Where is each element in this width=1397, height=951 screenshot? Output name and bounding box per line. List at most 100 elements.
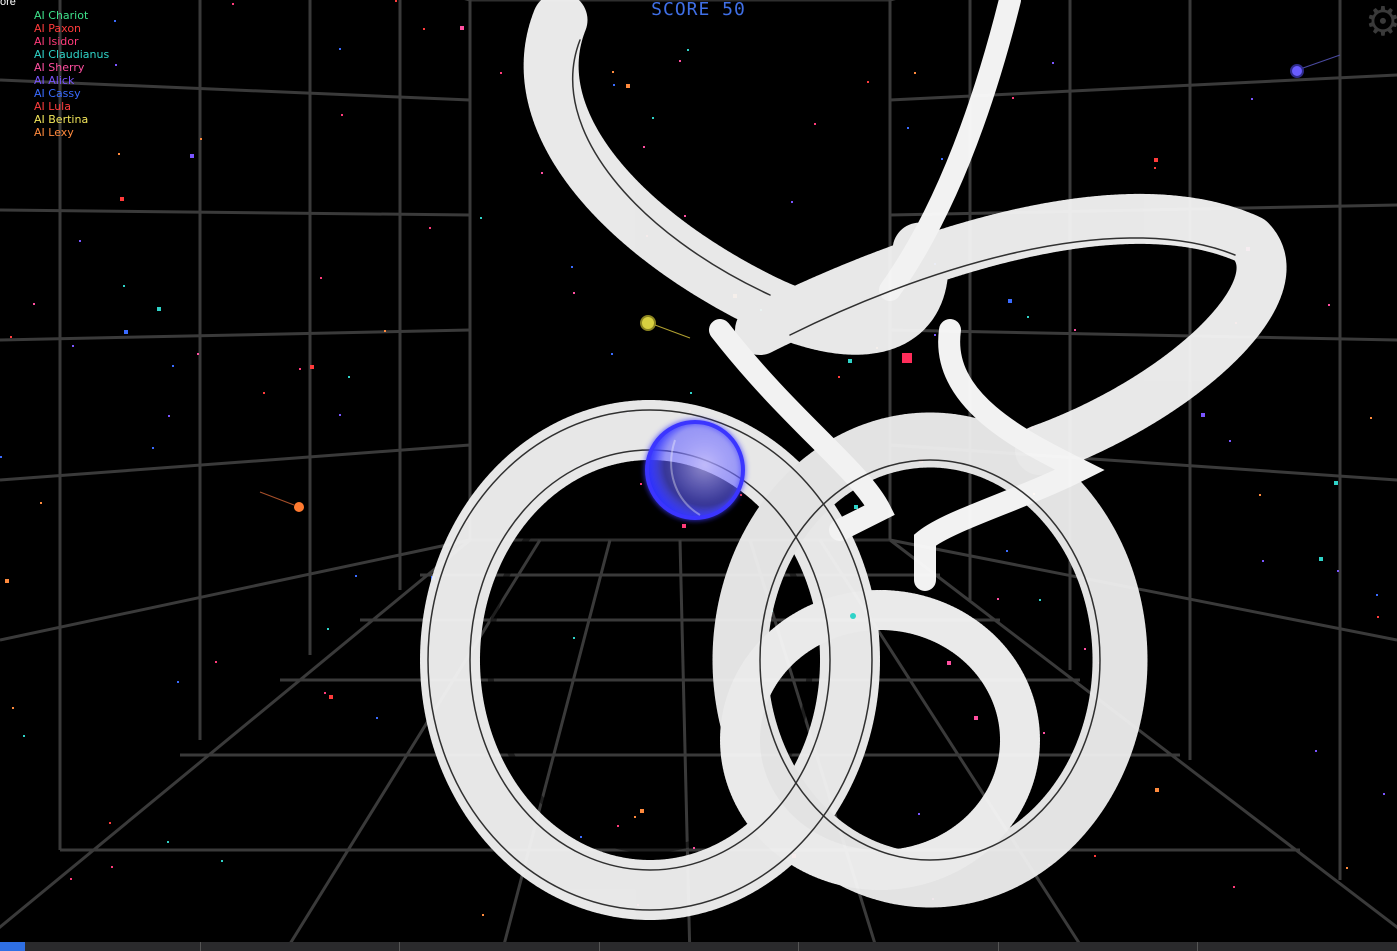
- food-pellet: [197, 353, 199, 355]
- progress-fill: [0, 942, 25, 951]
- food-pellet: [611, 353, 613, 355]
- player-orb: [645, 420, 745, 520]
- food-pellet: [1027, 316, 1029, 318]
- food-pellet: [682, 524, 686, 528]
- food-pellet: [310, 365, 314, 369]
- ai-snake-head: [902, 353, 912, 363]
- food-pellet: [5, 579, 9, 583]
- food-pellet: [384, 330, 386, 332]
- gear-icon[interactable]: ⚙: [1365, 2, 1397, 42]
- food-pellet: [1334, 481, 1338, 485]
- leaderboard-entry: AI Isidor: [34, 35, 79, 48]
- food-pellet: [348, 376, 350, 378]
- food-pellet: [573, 637, 575, 639]
- food-pellet: [1337, 570, 1339, 572]
- food-pellet: [814, 123, 816, 125]
- ai-snake-head: [850, 613, 856, 619]
- food-pellet: [324, 692, 326, 694]
- leaderboard-entry: AI Lula: [34, 100, 71, 113]
- food-pellet: [652, 117, 654, 119]
- food-pellet: [1328, 304, 1330, 306]
- food-pellet: [541, 172, 543, 174]
- food-pellet: [941, 158, 943, 160]
- food-pellet: [643, 146, 645, 148]
- food-pellet: [617, 825, 619, 827]
- food-pellet: [167, 841, 169, 843]
- food-pellet: [947, 661, 951, 665]
- game-scene[interactable]: [0, 0, 1397, 951]
- food-pellet: [1346, 867, 1348, 869]
- food-pellet: [612, 71, 614, 73]
- food-pellet: [1229, 440, 1231, 442]
- food-pellet: [355, 575, 357, 577]
- leaderboard-entry: AI Lexy: [34, 126, 74, 139]
- food-pellet: [1370, 417, 1372, 419]
- food-pellet: [1154, 167, 1156, 169]
- progress-tick: [798, 942, 799, 951]
- food-pellet: [580, 836, 582, 838]
- ai-snake-head: [640, 315, 656, 331]
- food-pellet: [215, 661, 217, 663]
- food-pellet: [1006, 550, 1008, 552]
- food-pellet: [157, 307, 161, 311]
- food-pellet: [1383, 793, 1385, 795]
- food-pellet: [854, 505, 858, 509]
- food-pellet: [640, 809, 644, 813]
- food-pellet: [571, 266, 573, 268]
- food-pellet: [1074, 329, 1076, 331]
- leaderboard-entry: AI Cassy: [34, 87, 81, 100]
- food-pellet: [1319, 557, 1323, 561]
- food-pellet: [221, 860, 223, 862]
- progress-tick: [1197, 942, 1198, 951]
- food-pellet: [329, 695, 333, 699]
- food-pellet: [997, 598, 999, 600]
- food-pellet: [341, 114, 343, 116]
- food-pellet: [613, 84, 615, 86]
- food-pellet: [907, 127, 909, 129]
- food-pellet: [40, 502, 42, 504]
- food-pellet: [1039, 599, 1041, 601]
- food-pellet: [690, 392, 692, 394]
- food-pellet: [1043, 732, 1045, 734]
- food-pellet: [168, 415, 170, 417]
- food-pellet: [934, 334, 936, 336]
- food-pellet: [327, 628, 329, 630]
- food-pellet: [1262, 560, 1264, 562]
- food-pellet: [109, 822, 111, 824]
- food-pellet: [114, 20, 116, 22]
- progress-tick: [998, 942, 999, 951]
- food-pellet: [480, 217, 482, 219]
- food-pellet: [460, 26, 464, 30]
- food-pellet: [72, 345, 74, 347]
- food-pellet: [376, 717, 378, 719]
- ai-snake-head: [294, 502, 304, 512]
- food-pellet: [33, 303, 35, 305]
- food-pellet: [299, 368, 301, 370]
- leaderboard-entry: AI Alick: [34, 74, 75, 87]
- food-pellet: [687, 49, 689, 51]
- food-pellet: [1155, 788, 1159, 792]
- progress-tick: [599, 942, 600, 951]
- food-pellet: [1315, 750, 1317, 752]
- food-pellet: [115, 64, 117, 66]
- leaderboard-entry: AI Chariot: [34, 9, 89, 22]
- food-pellet: [200, 138, 202, 140]
- food-pellet: [118, 153, 120, 155]
- food-pellet: [1012, 97, 1014, 99]
- food-pellet: [640, 483, 642, 485]
- food-pellet: [482, 914, 484, 916]
- leaderboard-entry: AI Paxon: [34, 22, 82, 35]
- food-pellet: [1259, 494, 1261, 496]
- food-pellet: [0, 456, 2, 458]
- food-pellet: [120, 197, 124, 201]
- leaderboard-entry: AI Sherry: [34, 61, 85, 74]
- food-pellet: [177, 681, 179, 683]
- progress-bar: [0, 942, 1397, 951]
- food-pellet: [152, 447, 154, 449]
- food-pellet: [1052, 62, 1054, 64]
- food-pellet: [339, 414, 341, 416]
- food-pellet: [124, 330, 128, 334]
- food-pellet: [1233, 886, 1235, 888]
- food-pellet: [1154, 158, 1158, 162]
- score-display: SCORE 50: [651, 0, 746, 20]
